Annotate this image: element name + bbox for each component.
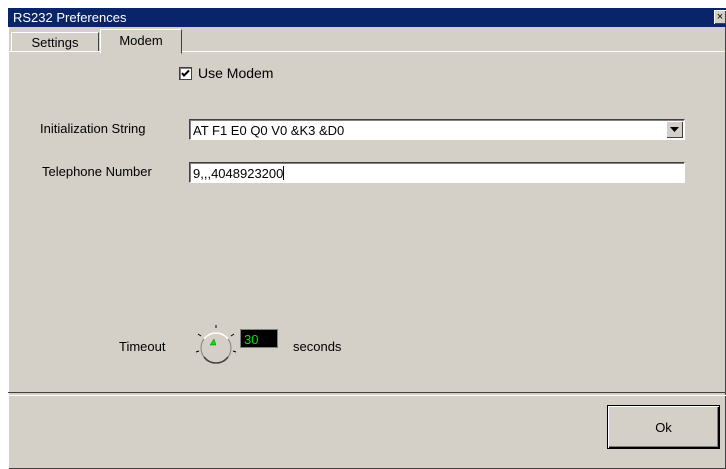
- tab-modem[interactable]: Modem: [100, 29, 182, 54]
- ok-button[interactable]: Ok: [607, 405, 720, 449]
- timeout-label: Timeout: [119, 339, 166, 354]
- timeout-value-display: 30: [240, 329, 278, 348]
- telephone-number-field[interactable]: 9,,,4048923200: [189, 162, 685, 183]
- init-string-combobox[interactable]: AT F1 E0 Q0 V0 &K3 &D0: [189, 119, 685, 140]
- timeout-unit-label: seconds: [293, 339, 342, 354]
- preferences-window: RS232 Preferences × Settings Modem Use M…: [8, 8, 726, 469]
- modem-panel: Use Modem Initialization String AT F1 E0…: [9, 51, 725, 393]
- telephone-number-value: 9,,,4048923200: [193, 166, 284, 181]
- tab-strip: Settings Modem: [8, 27, 726, 54]
- checkmark-icon: [181, 69, 190, 77]
- title-bar[interactable]: RS232 Preferences ×: [8, 8, 726, 27]
- use-modem-checkbox[interactable]: [179, 67, 192, 80]
- chevron-down-icon: [670, 127, 679, 132]
- init-string-label: Initialization String: [40, 121, 146, 136]
- init-string-dropdown-button[interactable]: [666, 121, 683, 138]
- use-modem-label: Use Modem: [198, 65, 274, 81]
- text-caret: [283, 166, 285, 180]
- tab-settings[interactable]: Settings: [11, 32, 99, 52]
- footer-divider: [8, 392, 726, 396]
- timeout-knob[interactable]: [192, 322, 240, 370]
- close-button[interactable]: ×: [714, 10, 726, 24]
- window-title: RS232 Preferences: [13, 10, 127, 25]
- telephone-number-label: Telephone Number: [42, 164, 152, 179]
- init-string-value: AT F1 E0 Q0 V0 &K3 &D0: [193, 123, 345, 138]
